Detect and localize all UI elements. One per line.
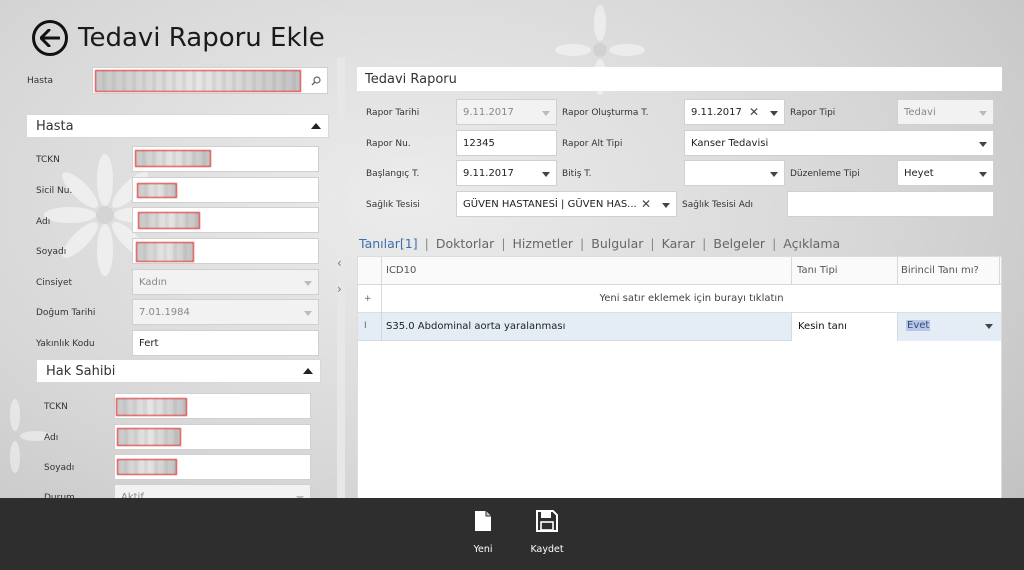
cell-birincil: Evet xyxy=(906,320,931,331)
baslangic-tarihi-picker[interactable]: 9.11.2017 xyxy=(456,160,557,186)
dogum-tarihi-picker[interactable]: 7.01.1984 xyxy=(132,299,319,325)
new-row-hint: Yeni satır eklemek için burayı tıklatın xyxy=(599,293,784,304)
saglik-tesisi-adi-label: Sağlık Tesisi Adı xyxy=(682,200,753,210)
collapse-left-arrow-icon[interactable]: ‹ xyxy=(337,256,342,270)
chevron-down-icon xyxy=(304,281,312,286)
rapor-tarihi-picker[interactable]: 9.11.2017 xyxy=(456,99,557,125)
rapor-tipi-select[interactable]: Tedavi xyxy=(897,99,994,125)
tab-aciklama[interactable]: Açıklama xyxy=(783,236,840,251)
app-bar: Yeni Kaydet xyxy=(0,498,1024,570)
rapor-tipi-label: Rapor Tipi xyxy=(790,108,836,118)
redacted-tckn xyxy=(135,150,211,167)
row-edit-marker-icon: I xyxy=(364,321,367,331)
report-tabs: Tanılar[1] | Doktorlar | Hizmetler | Bulgul… xyxy=(359,236,841,251)
soyadi-label: Soyadı xyxy=(36,247,67,257)
redacted-soyadi xyxy=(136,242,194,262)
rapor-nu-field[interactable]: 12345 xyxy=(456,130,557,156)
chevron-down-icon xyxy=(770,111,778,116)
tab-karar[interactable]: Karar xyxy=(662,236,696,251)
rapor-tarihi-label: Rapor Tarihi xyxy=(366,108,420,118)
tckn-label: TCKN xyxy=(36,155,60,165)
rapor-nu-label: Rapor Nu. xyxy=(366,139,411,149)
chevron-down-icon xyxy=(542,111,550,116)
save-icon xyxy=(536,510,558,532)
birincil-select[interactable]: Evet xyxy=(897,313,1001,341)
collapse-caret-icon xyxy=(303,368,313,374)
chevron-down-icon xyxy=(979,111,987,116)
yakinlik-label: Yakınlık Kodu xyxy=(36,339,95,349)
tab-tanilar[interactable]: Tanılar[1] xyxy=(359,236,418,251)
page-title: Tedavi Raporu Ekle xyxy=(78,23,325,53)
column-header-icd10[interactable]: ICD10 xyxy=(386,265,416,276)
bitis-tarihi-picker[interactable] xyxy=(684,160,785,186)
alt-tipi-label: Rapor Alt Tipi xyxy=(562,139,623,149)
tab-hizmetler[interactable]: Hizmetler xyxy=(513,236,574,251)
grid-header: ICD10 Tanı Tipi Birincil Tanı mı? xyxy=(358,257,1001,285)
search-icon[interactable] xyxy=(311,76,321,86)
tanilar-grid: ICD10 Tanı Tipi Birincil Tanı mı? + Yeni… xyxy=(357,256,1002,499)
table-row[interactable]: I S35.0 Abdominal aorta yaralanması Kesi… xyxy=(358,313,1001,341)
clear-icon[interactable]: ✕ xyxy=(749,105,759,119)
redacted-hs-soyadi xyxy=(117,459,177,475)
hs-soyadi-label: Soyadı xyxy=(44,463,75,473)
redacted-hs-tckn xyxy=(116,398,187,416)
chevron-down-icon xyxy=(662,203,670,208)
yakinlik-field[interactable]: Fert xyxy=(132,330,319,356)
save-button[interactable]: Kaydet xyxy=(517,510,577,555)
clear-icon[interactable]: ✕ xyxy=(641,197,651,211)
saglik-tesisi-label: Sağlık Tesisi xyxy=(366,200,420,210)
adi-label: Adı xyxy=(36,217,51,227)
arrow-left-icon xyxy=(40,29,60,47)
tab-belgeler[interactable]: Belgeler xyxy=(713,236,765,251)
cell-icd10[interactable]: S35.0 Abdominal aorta yaralanması xyxy=(386,321,565,332)
left-panel-scrollbar[interactable] xyxy=(337,58,345,498)
cell-tani-tipi[interactable]: Kesin tanı xyxy=(798,321,847,332)
cinsiyet-label: Cinsiyet xyxy=(36,278,73,288)
sicil-label: Sicil Nu. xyxy=(36,186,73,196)
back-button[interactable] xyxy=(32,20,68,56)
dogum-label: Doğum Tarihi xyxy=(36,308,96,318)
new-row-placeholder[interactable]: + Yeni satır eklemek için burayı tıklatı… xyxy=(358,285,1001,313)
rapor-alt-tipi-select[interactable]: Kanser Tedavisi xyxy=(684,130,994,156)
saglik-tesisi-adi-field[interactable] xyxy=(787,191,994,217)
chevron-down-icon xyxy=(770,172,778,177)
chevron-down-icon xyxy=(542,172,550,177)
hs-adi-label: Adı xyxy=(44,433,59,443)
redacted-adi xyxy=(138,212,200,229)
hak-sahibi-section-header[interactable]: Hak Sahibi xyxy=(36,359,321,383)
redacted-patient-name xyxy=(95,70,301,92)
expand-right-arrow-icon[interactable]: › xyxy=(337,282,342,296)
bitis-label: Bitiş T. xyxy=(562,169,592,179)
new-button[interactable]: Yeni xyxy=(453,510,513,555)
duzenleme-label: Düzenleme Tipi xyxy=(790,169,860,179)
tedavi-raporu-panel-title: Tedavi Raporu xyxy=(357,67,1002,91)
tab-bulgular[interactable]: Bulgular xyxy=(591,236,643,251)
tab-doktorlar[interactable]: Doktorlar xyxy=(436,236,494,251)
duzenleme-tipi-select[interactable]: Heyet xyxy=(897,160,994,186)
hasta-section-header[interactable]: Hasta xyxy=(26,114,329,138)
chevron-down-icon xyxy=(979,172,987,177)
background-flower-decoration xyxy=(10,399,50,473)
saglik-tesisi-select[interactable]: GÜVEN HASTANESİ | GÜVEN HAS... ✕ xyxy=(456,191,677,217)
olusturma-tarihi-picker[interactable]: 9.11.2017 ✕ xyxy=(684,99,785,125)
redacted-sicil xyxy=(137,183,177,198)
hs-tckn-label: TCKN xyxy=(44,402,68,412)
redacted-hs-adi xyxy=(117,428,181,446)
chevron-down-icon xyxy=(985,324,993,329)
olusturma-label: Rapor Oluşturma T. xyxy=(562,108,649,118)
chevron-down-icon xyxy=(304,311,312,316)
chevron-down-icon xyxy=(979,142,987,147)
column-header-tani-tipi[interactable]: Tanı Tipi xyxy=(797,265,838,276)
column-header-birincil[interactable]: Birincil Tanı mı? xyxy=(901,265,979,276)
new-row-marker-icon: + xyxy=(364,294,372,304)
collapse-caret-icon xyxy=(311,123,321,129)
baslangic-label: Başlangıç T. xyxy=(366,169,420,179)
cinsiyet-select[interactable]: Kadın xyxy=(132,269,319,295)
page-header: Tedavi Raporu Ekle xyxy=(32,18,325,58)
document-icon xyxy=(475,511,491,531)
patient-label: Hasta xyxy=(27,76,54,86)
